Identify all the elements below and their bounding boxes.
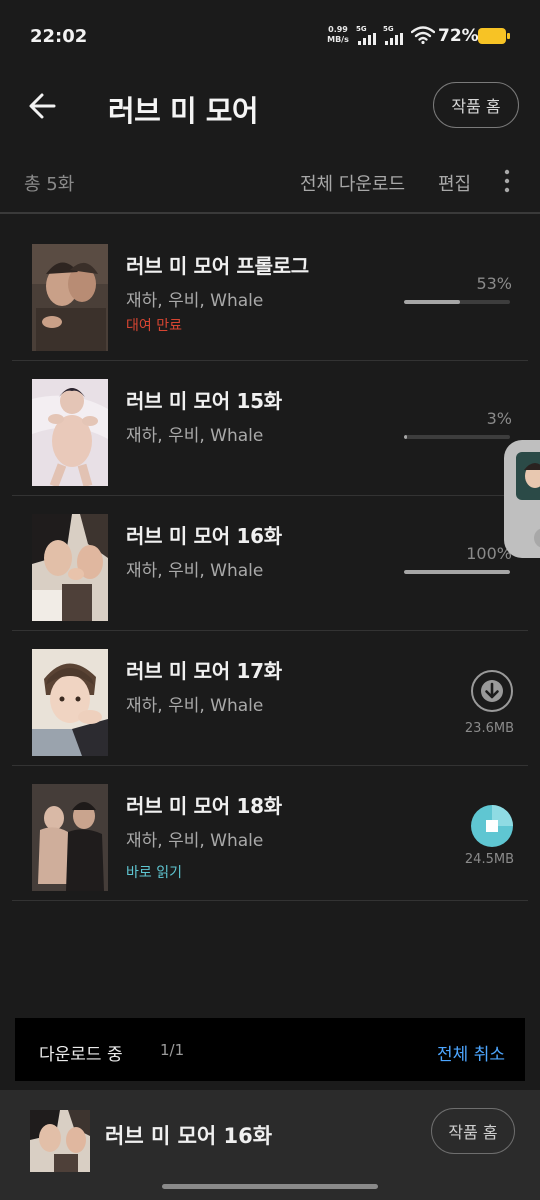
read-progress-fill	[404, 570, 510, 574]
cancel-all-button[interactable]: 전체 취소	[437, 1040, 505, 1065]
signal-icon-sim2: 5G	[383, 25, 405, 45]
signal-icon-sim1: 5G	[356, 25, 378, 45]
episode-thumbnail	[32, 244, 108, 351]
episode-item-prologue[interactable]: 러브 미 모어 프롤로그 재하, 우비, Whale 대여 만료 53%	[12, 226, 528, 361]
episode-authors: 재하, 우비, Whale	[126, 561, 264, 581]
read-progress-bar	[404, 300, 510, 304]
episode-thumbnail	[32, 514, 108, 621]
file-size: 24.5MB	[464, 852, 514, 867]
episode-item-16[interactable]: 러브 미 모어 16화 재하, 우비, Whale 100%	[12, 496, 528, 631]
toolbar-divider	[0, 212, 540, 214]
download-queue-count: 1/1	[160, 1041, 185, 1059]
download-button[interactable]	[470, 669, 514, 713]
battery-icon	[478, 28, 510, 44]
episode-item-18[interactable]: 러브 미 모어 18화 재하, 우비, Whale 바로 읽기 24.5MB	[12, 766, 528, 901]
network-type-sim2: 5G	[383, 25, 394, 33]
more-menu-button[interactable]	[496, 168, 518, 194]
episode-item-15[interactable]: 러브 미 모어 15화 재하, 우비, Whale 3%	[12, 361, 528, 496]
rental-expired-label: 대여 만료	[126, 318, 182, 334]
episode-authors: 재하, 우비, Whale	[126, 831, 264, 851]
clock: 22:02	[30, 26, 88, 47]
read-progress-bar	[404, 435, 510, 439]
stop-download-icon	[471, 805, 513, 847]
episode-title: 러브 미 모어 16화	[126, 524, 282, 548]
page-title: 러브 미 모어	[108, 94, 259, 128]
read-progress-percent: 3%	[486, 409, 512, 428]
status-bar: 22:02 0.99 MB/s 5G 5G 72%	[0, 0, 540, 72]
read-progress-bar	[404, 570, 510, 574]
episode-title: 러브 미 모어 18화	[126, 794, 282, 818]
episode-thumbnail	[32, 784, 108, 891]
downloading-label: 다운로드 중	[39, 1045, 123, 1065]
episode-authors: 재하, 우비, Whale	[126, 426, 264, 446]
episode-authors: 재하, 우비, Whale	[126, 291, 264, 311]
network-speed-unit: MB/s	[327, 35, 349, 44]
download-all-button[interactable]: 전체 다운로드	[300, 170, 405, 196]
now-reading-series-home-button[interactable]: 작품 홈	[431, 1108, 515, 1154]
episode-thumbnail	[32, 649, 108, 756]
back-button[interactable]	[24, 86, 64, 126]
edit-button[interactable]: 편집	[438, 170, 471, 196]
file-size: 23.6MB	[464, 721, 514, 736]
series-home-button[interactable]: 작품 홈	[433, 82, 519, 128]
episode-authors: 재하, 우비, Whale	[126, 696, 264, 716]
download-icon	[471, 670, 513, 712]
now-reading-bar[interactable]: 러브 미 모어 16화 작품 홈	[0, 1090, 540, 1200]
read-now-link[interactable]: 바로 읽기	[126, 862, 182, 882]
wifi-icon	[411, 26, 435, 44]
now-reading-thumbnail	[30, 1110, 90, 1172]
floating-side-widget[interactable]	[504, 440, 540, 558]
network-speed-value: 0.99	[328, 25, 348, 34]
network-speed: 0.99 MB/s	[326, 25, 350, 45]
now-reading-title: 러브 미 모어 16화	[105, 1124, 273, 1148]
network-type-sim1: 5G	[356, 25, 367, 33]
episode-title: 러브 미 모어 17화	[126, 659, 282, 683]
episode-count: 총 5화	[24, 174, 75, 195]
read-progress-fill	[404, 435, 408, 439]
episode-item-17[interactable]: 러브 미 모어 17화 재하, 우비, Whale 23.6MB	[12, 631, 528, 766]
stop-download-button[interactable]	[470, 804, 514, 848]
episode-title: 러브 미 모어 프롤로그	[126, 254, 309, 278]
episode-thumbnail	[32, 379, 108, 486]
read-progress-percent: 53%	[476, 274, 512, 293]
more-vertical-icon	[504, 169, 510, 193]
battery-percent: 72%	[438, 26, 479, 46]
gesture-home-indicator[interactable]	[162, 1184, 378, 1189]
read-progress-fill	[404, 300, 461, 304]
download-progress-banner: 다운로드 중 1/1 전체 취소	[15, 1018, 525, 1081]
episode-title: 러브 미 모어 15화	[126, 389, 282, 413]
arrow-left-icon	[29, 93, 56, 119]
